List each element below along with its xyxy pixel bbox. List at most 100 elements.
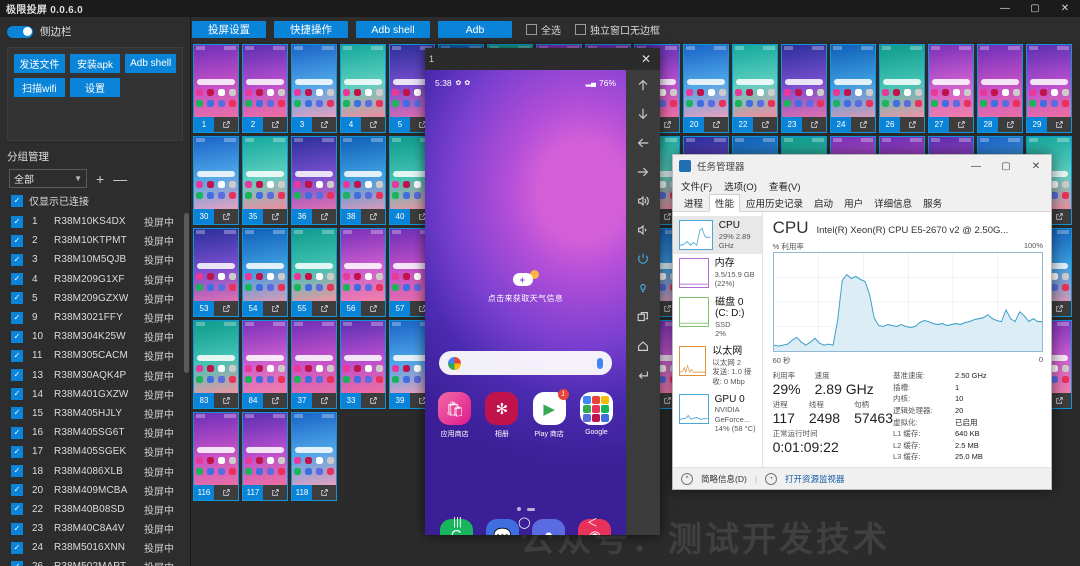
- external-link-icon[interactable]: [312, 396, 336, 405]
- tm-tab-启动[interactable]: 启动: [809, 195, 838, 211]
- external-link-icon[interactable]: [214, 396, 238, 405]
- device-list[interactable]: ✓ 1 R38M10KS4DX 投屏中 ✓ 2 R38M10KTPMT 投屏中 ✓ 3 R38M10…: [0, 212, 190, 566]
- device-row[interactable]: ✓ 5 R38M209GZXW 投屏中: [0, 289, 190, 308]
- external-link-icon[interactable]: [263, 120, 287, 129]
- menu-view[interactable]: 查看(V): [769, 179, 801, 193]
- power-icon[interactable]: [634, 250, 652, 268]
- tm-minimize-button[interactable]: —: [961, 155, 991, 177]
- external-link-icon[interactable]: [214, 212, 238, 221]
- remove-group-button[interactable]: —: [113, 172, 127, 186]
- external-link-icon[interactable]: [361, 212, 385, 221]
- external-link-icon[interactable]: [753, 120, 777, 129]
- device-thumbnail[interactable]: 54: [242, 228, 288, 317]
- sidebar-adb-shell-button[interactable]: Adb shell: [125, 54, 177, 73]
- device-thumbnail[interactable]: 30: [193, 136, 239, 225]
- device-thumbnail[interactable]: 1: [193, 44, 239, 133]
- device-checkbox[interactable]: ✓: [11, 484, 23, 497]
- device-row[interactable]: ✓ 14 R38M401GXZW 投屏中: [0, 385, 190, 404]
- device-checkbox[interactable]: ✓: [11, 273, 23, 286]
- phone-app[interactable]: 🛍 应用商店: [434, 392, 476, 439]
- resource-list[interactable]: CPU 29% 2.89 GHz 内存 3.5/15.9 GB (22%) 磁盘 0 (…: [673, 212, 763, 467]
- device-thumbnail[interactable]: 56: [340, 228, 386, 317]
- arrow-left-icon[interactable]: [634, 134, 652, 152]
- phone-screen[interactable]: 5:38 ✿ ✿ ▂▄ 76% + 点击来获取天气信息 🛍 应用商店 ✻ 相册 …: [425, 70, 626, 535]
- device-checkbox[interactable]: ✓: [11, 465, 23, 478]
- google-folder-icon[interactable]: [579, 392, 613, 425]
- device-checkbox[interactable]: ✓: [11, 388, 23, 401]
- tm-tab-详细信息[interactable]: 详细信息: [869, 195, 917, 211]
- device-thumbnail[interactable]: 28: [977, 44, 1023, 133]
- device-thumbnail[interactable]: 24: [830, 44, 876, 133]
- lightbulb-icon[interactable]: [634, 279, 652, 297]
- external-link-icon[interactable]: [214, 488, 238, 497]
- open-resource-monitor-link[interactable]: 打开资源监视器: [785, 473, 845, 485]
- screen-settings-button[interactable]: 投屏设置: [192, 21, 266, 38]
- device-thumbnail[interactable]: 53: [193, 228, 239, 317]
- external-link-icon[interactable]: [312, 488, 336, 497]
- brief-info-button[interactable]: 简略信息(D): [701, 473, 747, 485]
- device-checkbox[interactable]: ✓: [11, 503, 23, 516]
- weather-widget[interactable]: + 点击来获取天气信息: [425, 270, 626, 304]
- device-row[interactable]: ✓ 24 R38M5016XNN 投屏中: [0, 538, 190, 557]
- tm-maximize-button[interactable]: ▢: [991, 155, 1021, 177]
- gallery-icon[interactable]: ✻: [485, 392, 519, 425]
- arrow-down-icon[interactable]: [634, 105, 652, 123]
- external-link-icon[interactable]: [312, 304, 336, 313]
- device-row[interactable]: ✓ 22 R38M40B08SD 投屏中: [0, 500, 190, 519]
- add-group-button[interactable]: +: [96, 172, 104, 186]
- device-thumbnail[interactable]: 3: [291, 44, 337, 133]
- arrow-right-icon[interactable]: [634, 163, 652, 181]
- recents-icon[interactable]: [634, 308, 652, 326]
- sidebar-toggle-switch[interactable]: [7, 25, 33, 38]
- device-checkbox[interactable]: ✓: [11, 349, 23, 362]
- play-store-icon[interactable]: ▶ 1: [532, 389, 569, 425]
- device-row[interactable]: ✓ 11 R38M305CACM 投屏中: [0, 346, 190, 365]
- menu-file[interactable]: 文件(F): [681, 179, 712, 193]
- send-file-button[interactable]: 发送文件: [14, 54, 65, 73]
- phone-app[interactable]: ▶ 1 Play 商店: [528, 389, 570, 439]
- device-checkbox[interactable]: ✓: [11, 560, 23, 566]
- external-link-icon[interactable]: [802, 120, 826, 129]
- external-link-icon[interactable]: [263, 304, 287, 313]
- maximize-button[interactable]: ▢: [1020, 0, 1050, 17]
- settings-button[interactable]: 设置: [69, 78, 121, 97]
- group-select[interactable]: 全部 ▼: [9, 169, 87, 188]
- home-icon[interactable]: [634, 337, 652, 355]
- adb-button[interactable]: Adb: [438, 21, 512, 38]
- close-button[interactable]: ✕: [1050, 0, 1080, 17]
- resource-item[interactable]: 以太网 以太网 2 发送: 1.0 接收: 0 Mbp: [673, 342, 762, 390]
- external-link-icon[interactable]: [312, 120, 336, 129]
- phone-app[interactable]: ✻ 相册: [481, 392, 523, 439]
- resource-item[interactable]: 内存 3.5/15.9 GB (22%): [673, 254, 762, 292]
- phone-app[interactable]: Google: [575, 392, 617, 439]
- device-thumbnail[interactable]: 2: [242, 44, 288, 133]
- volume-down-icon[interactable]: [634, 221, 652, 239]
- device-row[interactable]: ✓ 23 R38M40C8A4V 投屏中: [0, 519, 190, 538]
- device-thumbnail[interactable]: 117: [242, 412, 288, 501]
- device-checkbox[interactable]: ✓: [11, 541, 23, 554]
- device-row[interactable]: ✓ 15 R38M405HJLY 投屏中: [0, 404, 190, 423]
- adb-shell-button[interactable]: Adb shell: [356, 21, 430, 38]
- borderless-window-checkbox[interactable]: 独立窗口无边框: [575, 22, 660, 37]
- device-checkbox[interactable]: ✓: [11, 426, 23, 439]
- external-link-icon[interactable]: [1047, 120, 1071, 129]
- device-thumbnail[interactable]: 83: [193, 320, 239, 409]
- device-row[interactable]: ✓ 17 R38M405SGEK 投屏中: [0, 442, 190, 461]
- device-row[interactable]: ✓ 18 R38M4086XLB 投屏中: [0, 461, 190, 480]
- device-thumbnail[interactable]: 118: [291, 412, 337, 501]
- external-link-icon[interactable]: [263, 396, 287, 405]
- external-link-icon[interactable]: [214, 304, 238, 313]
- select-all-checkbox[interactable]: 全选: [526, 22, 561, 37]
- device-thumbnail[interactable]: 29: [1026, 44, 1072, 133]
- device-checkbox[interactable]: ✓: [11, 215, 23, 228]
- device-row[interactable]: ✓26R38M502MAPT投屏中: [0, 557, 190, 566]
- device-thumbnail[interactable]: 26: [879, 44, 925, 133]
- device-row[interactable]: ✓ 16 R38M405SG6T 投屏中: [0, 423, 190, 442]
- device-thumbnail[interactable]: 27: [928, 44, 974, 133]
- device-row[interactable]: ✓ 3 R38M10M5QJB 投屏中: [0, 250, 190, 269]
- device-thumbnail[interactable]: 4: [340, 44, 386, 133]
- install-apk-button[interactable]: 安装apk: [69, 54, 121, 73]
- arrow-up-icon[interactable]: [634, 76, 652, 94]
- device-checkbox[interactable]: ✓: [11, 445, 23, 458]
- tm-tab-用户[interactable]: 用户: [839, 195, 868, 211]
